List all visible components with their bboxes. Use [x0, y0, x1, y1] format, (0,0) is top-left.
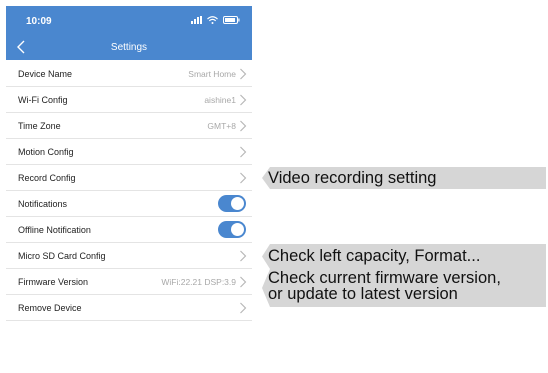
settings-row-firmware-version[interactable]: Firmware Version WiFi:22.21 DSP:3.9: [6, 269, 252, 295]
signal-icon: [191, 16, 202, 24]
chevron-right-icon: [240, 120, 247, 132]
chevron-right-icon: [240, 250, 247, 262]
toggle-knob: [231, 223, 244, 236]
settings-row-remove-device[interactable]: Remove Device: [6, 295, 252, 321]
chevron-right-icon: [240, 302, 247, 314]
row-value: GMT+8: [207, 121, 236, 131]
wifi-icon: [207, 16, 218, 24]
status-time: 10:09: [26, 16, 52, 27]
offline-notification-toggle[interactable]: [218, 221, 246, 238]
settings-row-time-zone[interactable]: Time Zone GMT+8: [6, 113, 252, 139]
chevron-right-icon: [240, 172, 247, 184]
annotation-sd-card: Check left capacity, Format...: [262, 244, 546, 269]
annotation-firmware: Check current firmware version, or updat…: [262, 269, 546, 307]
settings-row-offline-notification: Offline Notification: [6, 217, 252, 243]
row-value: WiFi:22.21 DSP:3.9: [161, 277, 236, 287]
row-value: aishine1: [204, 95, 236, 105]
row-label: Offline Notification: [18, 225, 91, 235]
row-label: Notifications: [18, 199, 68, 209]
settings-row-motion-config[interactable]: Motion Config: [6, 139, 252, 165]
row-label: Motion Config: [18, 147, 74, 157]
chevron-right-icon: [240, 146, 247, 158]
annotation-text-line1: Check current firmware version,: [268, 269, 501, 287]
settings-row-record-config[interactable]: Record Config: [6, 165, 252, 191]
annotation-text: Check left capacity, Format...: [268, 247, 481, 265]
chevron-right-icon: [240, 276, 247, 288]
settings-row-sd-card-config[interactable]: Micro SD Card Config: [6, 243, 252, 269]
page-title: Settings: [110, 42, 148, 53]
notifications-toggle[interactable]: [218, 195, 246, 212]
toggle-knob: [231, 197, 244, 210]
settings-row-notifications: Notifications: [6, 191, 252, 217]
row-label: Firmware Version: [18, 277, 89, 287]
status-icons: [191, 16, 240, 24]
row-value: Smart Home: [188, 69, 236, 79]
settings-row-wifi-config[interactable]: Wi-Fi Config aishine1: [6, 87, 252, 113]
row-label: Micro SD Card Config: [18, 251, 106, 261]
chevron-right-icon: [240, 68, 247, 80]
row-label: Device Name: [18, 69, 73, 79]
annotation-text: Video recording setting: [268, 169, 437, 187]
row-label: Wi-Fi Config: [18, 95, 68, 105]
annotation-record-config: Video recording setting: [262, 167, 546, 189]
settings-list: Device Name Smart Home Wi-Fi Config aish…: [6, 61, 252, 321]
row-label: Remove Device: [18, 303, 82, 313]
header-bar: 10:09 Settings: [6, 6, 252, 60]
row-label: Time Zone: [18, 121, 61, 131]
phone-screen: 10:09 Settings Device Name Smart Home Wi…: [6, 6, 252, 324]
chevron-right-icon: [240, 94, 247, 106]
row-label: Record Config: [18, 173, 76, 183]
battery-icon: [223, 16, 240, 24]
annotation-text-line2: or update to latest version: [268, 285, 458, 303]
settings-row-device-name[interactable]: Device Name Smart Home: [6, 61, 252, 87]
